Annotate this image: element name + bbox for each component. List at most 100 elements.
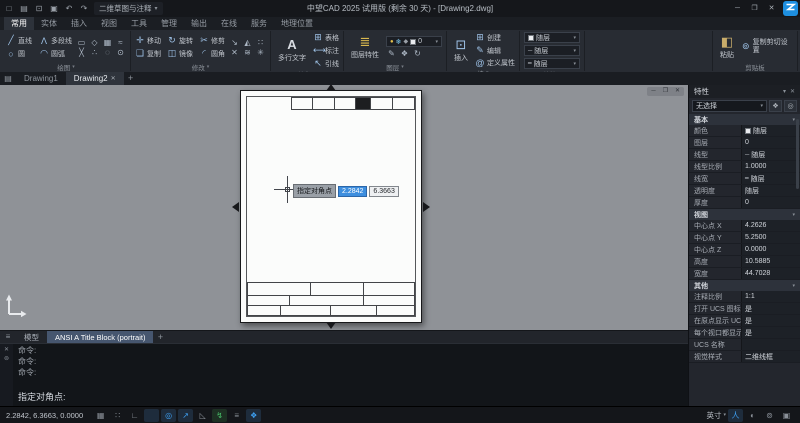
erase-icon[interactable]: ✕ [229, 48, 240, 57]
layer-match-icon[interactable]: ❖ [399, 49, 410, 58]
paste-button[interactable]: ◧ 粘贴 [717, 35, 737, 60]
define-attributes-button[interactable]: @定义属性 [475, 58, 515, 68]
prop-row-height[interactable]: 高度10.5885 [689, 256, 800, 268]
lineweight-dropdown[interactable]: ━ 随层 ▾ [524, 58, 580, 69]
ribbon-tab-tools[interactable]: 工具 [124, 17, 154, 30]
section-misc[interactable]: 其他▾ [689, 280, 800, 291]
fillet-button[interactable]: ◜圆角 [199, 48, 225, 59]
layout-paper[interactable]: 指定对角点 2.2842 6.3663 [240, 90, 422, 323]
mirror-button[interactable]: ◫镜像 [167, 48, 193, 59]
prop-row-center-z[interactable]: 中心点 Z0.0000 [689, 244, 800, 256]
draw-panel-label[interactable]: 绘图▾ [6, 62, 126, 71]
layer-previous-icon[interactable]: ↻ [412, 49, 423, 58]
isolate-objects-icon[interactable]: ◐ [745, 409, 760, 422]
arc-button[interactable]: ◠圆弧 [39, 48, 72, 59]
palette-close-icon[interactable]: ✕ [790, 88, 795, 95]
close-tab-icon[interactable]: ✕ [111, 75, 116, 82]
quick-properties-icon[interactable]: ❖ [246, 409, 261, 422]
workspace-switcher[interactable]: 二维草图与注释 ▾ [94, 2, 163, 15]
construction-line-icon[interactable]: ╳ [76, 48, 87, 57]
line-button[interactable]: ╱直线 [6, 35, 32, 46]
prop-row-ucs-per-viewport[interactable]: 每个视口都显示 UCS是 [689, 327, 800, 339]
ribbon-tab-output[interactable]: 输出 [184, 17, 214, 30]
clipboard-panel-label[interactable]: 剪贴板 [717, 62, 793, 71]
rotate-button[interactable]: ↻旋转 [167, 35, 193, 46]
prop-row-ucs-icon-on[interactable]: 打开 UCS 图标是 [689, 303, 800, 315]
mdi-close-button[interactable]: ✕ [672, 87, 683, 96]
dynamic-ucs-icon[interactable]: ◺ [195, 409, 210, 422]
model-tab[interactable]: 模型 [16, 331, 47, 343]
dimension-button[interactable]: ⟷标注 [313, 45, 339, 56]
new-tab-button[interactable]: + [124, 72, 138, 85]
command-settings-icon[interactable]: ⊚ [4, 355, 9, 362]
edit-block-button[interactable]: ✎编辑 [475, 45, 515, 56]
insert-block-button[interactable]: ⊡ 插入 [451, 38, 471, 63]
ribbon-tab-manage[interactable]: 管理 [154, 17, 184, 30]
prop-row-annotation-scale[interactable]: 注释比例1:1 [689, 291, 800, 303]
prop-row-linetype-scale[interactable]: 线型比例1.0000 [689, 161, 800, 173]
region-icon[interactable]: ◌ [102, 48, 113, 57]
quick-select-icon[interactable]: ❖ [769, 100, 782, 112]
new-layout-button[interactable]: + [153, 331, 167, 343]
move-button[interactable]: ✛移动 [135, 35, 161, 46]
undo-icon[interactable]: ↶ [62, 2, 76, 15]
prop-row-center-y[interactable]: 中心点 Y5.2500 [689, 232, 800, 244]
spline-icon[interactable]: ≈ [115, 38, 126, 47]
doc-tab-drawing1[interactable]: Drawing1 [16, 72, 66, 85]
prop-row-ucs-name[interactable]: UCS 名称 [689, 339, 800, 351]
modify-panel-label[interactable]: 修改▾ [135, 62, 266, 71]
command-close-icon[interactable]: ✕ [4, 346, 9, 353]
ribbon-tab-online[interactable]: 在线 [214, 17, 244, 30]
ribbon-tab-geolocation[interactable]: 地理位置 [274, 17, 320, 30]
prop-row-linetype[interactable]: 线型─随层 [689, 149, 800, 161]
layer-properties-button[interactable]: ≣ 图层特性 [348, 35, 382, 60]
polyline-button[interactable]: Λ多段线 [39, 35, 72, 46]
ribbon-tab-view[interactable]: 视图 [94, 17, 124, 30]
array-icon[interactable]: ∷ [255, 38, 266, 47]
select-objects-icon[interactable]: ◎ [784, 100, 797, 112]
create-block-button[interactable]: ⊞创建 [475, 32, 515, 43]
table-button[interactable]: ⊞表格 [313, 32, 339, 43]
object-snap-tracking-icon[interactable]: ↗ [178, 409, 193, 422]
settings-gear-icon[interactable]: ⊚ [762, 409, 777, 422]
grid-icon[interactable]: ▦ [93, 409, 108, 422]
color-dropdown[interactable]: 随层 ▾ [524, 32, 580, 43]
palette-scrollbar[interactable] [796, 119, 799, 189]
units-control[interactable]: 英寸 ▾ [706, 410, 726, 421]
ortho-icon[interactable]: ∟ [127, 409, 142, 422]
section-view[interactable]: 视图▾ [689, 209, 800, 220]
palette-pin-icon[interactable]: ▾ [783, 88, 786, 95]
ribbon-tab-home[interactable]: 常用 [4, 17, 34, 30]
linetype-dropdown[interactable]: ─ 随层 ▾ [524, 45, 580, 56]
print-icon[interactable]: ▣ [47, 2, 61, 15]
dynamic-input-x-field[interactable]: 2.2842 [338, 186, 367, 197]
save-icon[interactable]: ⊡ [32, 2, 46, 15]
prop-row-center-x[interactable]: 中心点 X4.2626 [689, 220, 800, 232]
object-snap-icon[interactable]: ◎ [161, 409, 176, 422]
mdi-minimize-button[interactable]: ─ [648, 87, 659, 96]
dynamic-input-y-field[interactable]: 6.3663 [369, 186, 398, 197]
ribbon-tab-solid[interactable]: 实体 [34, 17, 64, 30]
prop-row-transparency[interactable]: 透明度随层 [689, 185, 800, 197]
polar-tracking-icon[interactable] [144, 409, 159, 422]
redo-icon[interactable]: ↷ [77, 2, 91, 15]
hatch-icon[interactable]: ▦ [102, 38, 113, 47]
annotation-scale-icon[interactable]: 人 [728, 409, 743, 422]
command-prompt[interactable]: 指定对角点: [18, 390, 683, 404]
layers-panel-label[interactable]: 图层▾ [348, 62, 442, 71]
snap-icon[interactable]: ∷ [110, 409, 125, 422]
prop-row-thickness[interactable]: 厚度0 [689, 197, 800, 209]
ribbon-tab-insert[interactable]: 插入 [64, 17, 94, 30]
prop-row-lineweight[interactable]: 线宽━随层 [689, 173, 800, 185]
section-general[interactable]: 基本▾ [689, 114, 800, 125]
prop-row-ucs-icon-origin[interactable]: 在原点显示 UCS 图标是 [689, 315, 800, 327]
layer-dropdown[interactable]: ● ❄ ◆ 0 ▾ [386, 36, 442, 47]
prop-row-width[interactable]: 宽度44.7028 [689, 268, 800, 280]
ribbon-tab-services[interactable]: 服务 [244, 17, 274, 30]
layer-edit-icon[interactable]: ✎ [386, 49, 397, 58]
mdi-restore-button[interactable]: ❐ [660, 87, 671, 96]
trim-button[interactable]: ✂修剪 [199, 35, 225, 46]
stretch-icon[interactable]: ↘ [229, 38, 240, 47]
open-file-icon[interactable]: ▤ [17, 2, 31, 15]
dynamic-input-icon[interactable]: ↯ [212, 409, 227, 422]
